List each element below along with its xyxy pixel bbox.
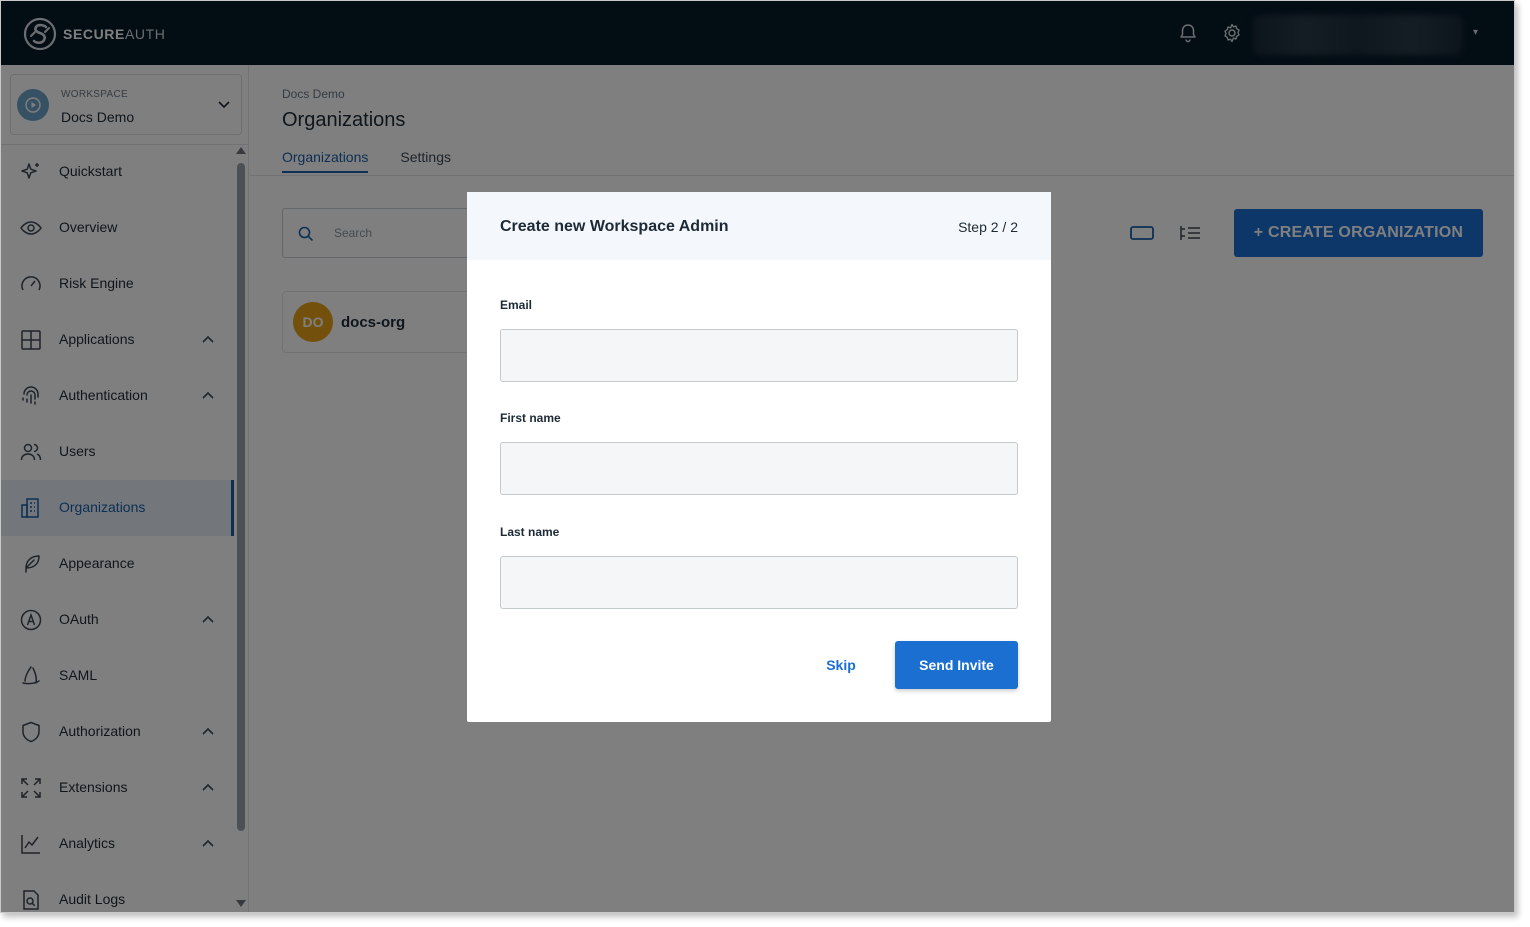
last-name-label: Last name xyxy=(500,525,560,539)
email-field[interactable] xyxy=(500,329,1018,382)
skip-button[interactable]: Skip xyxy=(815,641,867,689)
app-window: SECUREAUTH ▾ WORKSPACE Docs Demo xyxy=(0,0,1515,913)
send-invite-button[interactable]: Send Invite xyxy=(895,641,1018,689)
modal-title: Create new Workspace Admin xyxy=(500,218,729,235)
step-indicator: Step 2 / 2 xyxy=(958,219,1018,235)
email-label: Email xyxy=(500,298,533,312)
first-name-label: First name xyxy=(500,411,561,425)
last-name-field[interactable] xyxy=(500,556,1018,609)
modal-header: Create new Workspace Admin Step 2 / 2 xyxy=(467,192,1051,260)
create-admin-modal: Create new Workspace Admin Step 2 / 2 Em… xyxy=(467,192,1051,722)
first-name-field[interactable] xyxy=(500,442,1018,495)
